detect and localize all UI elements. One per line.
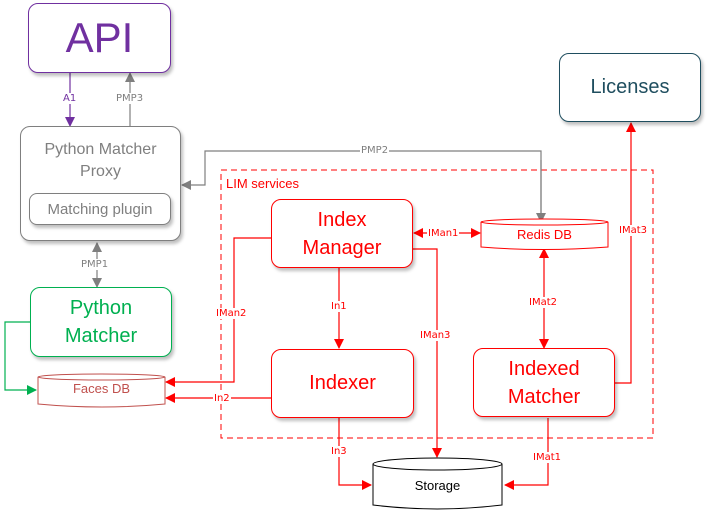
python-matcher-label-line1: Python [69, 297, 133, 319]
licenses-node: Licenses [559, 53, 701, 122]
edge-label-iman1: IMan1 [427, 228, 460, 239]
api-label: API [65, 14, 134, 61]
indexer-label: Indexer [309, 372, 376, 394]
python-matcher-label-line2: Matcher [64, 325, 138, 347]
proxy-label-line2: Proxy [80, 163, 121, 180]
indexer-node: Indexer [271, 349, 414, 418]
redis-db-label: Redis DB [517, 227, 572, 242]
storage-label: Storage [414, 478, 461, 493]
index-manager-label-line1: Index [317, 208, 367, 231]
edge-label-iman3: IMan3 [419, 330, 452, 341]
edge-label-iman2: IMan2 [215, 308, 248, 319]
matching-plugin-node: Matching plugin [29, 193, 171, 225]
indexed-matcher-label-line1: Indexed [508, 357, 580, 380]
edge-label-in1: In1 [330, 301, 348, 312]
licenses-label: Licenses [590, 76, 670, 98]
proxy-label-line1: Python Matcher [44, 141, 157, 158]
edge-label-pmp2: PMP2 [360, 145, 390, 156]
edge-label-in3: In3 [330, 446, 348, 457]
lim-services-label: LIM services [226, 176, 299, 191]
matching-plugin-label: Matching plugin [47, 200, 153, 218]
index-manager-node: Index Manager [271, 199, 413, 268]
python-matcher-node: Python Matcher [30, 287, 172, 357]
indexed-matcher-label-line2: Matcher [507, 385, 581, 408]
index-manager-label-line2: Manager [302, 236, 382, 259]
edge-label-pmp3: PMP3 [115, 93, 145, 104]
edge-label-imat2: IMat2 [528, 297, 558, 308]
edge-iman3 [412, 248, 442, 458]
edge-imat3 [615, 122, 636, 384]
edge-label-a1: A1 [62, 93, 78, 104]
edge-label-in2: In2 [213, 393, 231, 404]
edge-label-imat1: IMat1 [532, 452, 562, 463]
edge-label-pmp1: PMP1 [80, 259, 110, 270]
indexed-matcher-node: Indexed Matcher [473, 348, 615, 417]
faces-db-label: Faces DB [72, 381, 131, 396]
api-node: API [28, 3, 171, 73]
edge-label-imat3: IMat3 [618, 225, 648, 236]
